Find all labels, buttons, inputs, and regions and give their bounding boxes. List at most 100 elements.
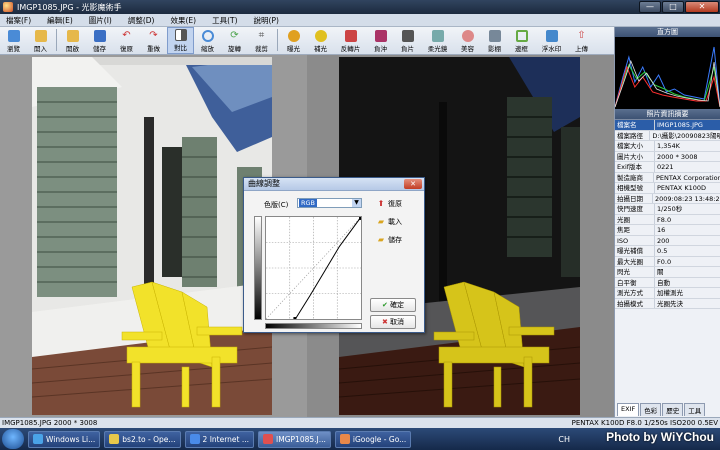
browse-button[interactable]: 瀏覽 xyxy=(0,27,27,54)
upload-icon: ⇧ xyxy=(577,30,586,41)
internet-explorer-icon xyxy=(189,434,200,444)
redo-button[interactable]: ↷ 重做 xyxy=(140,27,167,54)
chevron-down-icon: ▼ xyxy=(352,199,361,207)
load-button[interactable]: ▰ 載入 xyxy=(377,216,402,228)
tab-history[interactable]: 歷史 xyxy=(662,403,684,416)
taskbar-item-active[interactable]: IMGP1085.J... xyxy=(258,430,331,448)
negative-icon xyxy=(374,30,387,42)
reset-button[interactable]: ⬆ 復原 xyxy=(377,198,402,210)
browse-icon xyxy=(7,30,20,42)
cancel-button[interactable]: ✖ 取消 xyxy=(370,315,416,329)
app-icon xyxy=(3,2,13,12)
property-row[interactable]: 製造廠商 PENTAX Corporation xyxy=(615,172,720,183)
exposure-button[interactable]: 曝光 xyxy=(280,27,307,54)
zoom-icon xyxy=(201,30,214,42)
histogram xyxy=(615,37,720,109)
dialog-title-bar[interactable]: 曲線調整 ✕ xyxy=(244,178,424,191)
property-row[interactable]: 檔案大小 1,354K xyxy=(615,141,720,152)
studio-icon xyxy=(488,30,501,42)
reversal-icon xyxy=(344,30,357,42)
upload-button[interactable]: ⇧ 上傳 xyxy=(568,27,595,54)
property-row[interactable]: 光圈 F8.0 xyxy=(615,214,720,225)
property-row[interactable]: 檔案路徑D:\攝影\20090823陽明山 xyxy=(615,130,720,141)
tab-tools[interactable]: 工具 xyxy=(684,403,706,416)
negative-process-button[interactable]: 負沖 xyxy=(367,27,394,54)
minimize-button[interactable]: — xyxy=(639,1,661,13)
property-row[interactable]: 檔案名 IMGP1085.JPG xyxy=(615,120,720,131)
maximize-button[interactable]: □ xyxy=(662,1,684,13)
output-gradient-bar xyxy=(254,216,262,320)
toolbar: 瀏覽 開入 開啟 儲存 ↶ 復原 ↷ 重做 對比 縮放 ⟳ 旋轉 ⌗ 裁剪 曝光 補光 … xyxy=(0,27,614,55)
property-row[interactable]: 焦距 16 xyxy=(615,225,720,236)
photo-watermark: Photo by WiYChou xyxy=(606,430,714,444)
ok-button[interactable]: ✔ 確定 xyxy=(370,298,416,312)
tab-color[interactable]: 色彩 xyxy=(640,403,662,416)
menu-bar: 檔案(F) 編輯(E) 圖片(I) 調整(D) 效果(E) 工具(T) 說明(P… xyxy=(0,14,720,27)
negative-film-button[interactable]: 負片 xyxy=(394,27,421,54)
taskbar-item[interactable]: bs2.to - Ope... xyxy=(104,430,181,448)
fill-light-button[interactable]: 補光 xyxy=(307,27,334,54)
redo-icon: ↷ xyxy=(149,30,158,41)
undo-button[interactable]: ↶ 復原 xyxy=(113,27,140,54)
tab-exif[interactable]: EXIF xyxy=(617,403,640,416)
menu-file[interactable]: 檔案(F) xyxy=(0,15,41,26)
dialog-body: 色版(C) RGB ▼ ⬆ 復原 ▰ 載入 ▰ 儲存 ✔ 確定 ✖ 取消 xyxy=(244,191,424,332)
studio-button[interactable]: 影棚 xyxy=(481,27,508,54)
frame-icon xyxy=(515,30,528,42)
title-bar: IMGP1085.JPG - 光影魔術手 — □ ✕ xyxy=(0,0,720,14)
property-row[interactable]: 圖片大小 2000 * 3008 xyxy=(615,151,720,162)
dialog-close-button[interactable]: ✕ xyxy=(404,179,422,189)
menu-effects[interactable]: 效果(E) xyxy=(164,15,206,26)
photo-info-title: 照片資訊摘要 xyxy=(615,109,720,119)
property-row[interactable]: 曝光補償 0.5 xyxy=(615,246,720,257)
open-button[interactable]: 開啟 xyxy=(59,27,86,54)
property-row[interactable]: 相機型號 PENTAX K100D xyxy=(615,183,720,194)
save-curve-button[interactable]: ▰ 儲存 xyxy=(377,234,402,246)
property-row[interactable]: 測光方式 加權測光 xyxy=(615,288,720,299)
property-row[interactable]: 閃光關 xyxy=(615,267,720,278)
original-photo xyxy=(32,57,272,415)
rotate-icon: ⟳ xyxy=(230,30,239,41)
toolbar-separator xyxy=(56,29,57,51)
property-row[interactable]: 最大光圈 F0.0 xyxy=(615,256,720,267)
menu-help[interactable]: 說明(P) xyxy=(248,15,289,26)
window-title: IMGP1085.JPG - 光影魔術手 xyxy=(17,2,122,12)
start-button[interactable] xyxy=(2,429,24,449)
property-row[interactable]: 拍攝日期 2009:08:23 13:48:28 xyxy=(615,193,720,204)
property-row[interactable]: Exif版本 0221 xyxy=(615,162,720,173)
property-row[interactable]: 拍攝模式 光圈先決 xyxy=(615,298,720,309)
language-indicator[interactable]: CH xyxy=(558,435,570,444)
taskbar-item[interactable]: 2 Internet ... xyxy=(184,430,255,448)
histogram-title: 直方圖 xyxy=(615,27,720,37)
soft-light-icon xyxy=(431,30,444,42)
taskbar-item[interactable]: Windows Li... xyxy=(28,430,101,448)
close-button[interactable]: ✕ xyxy=(685,1,719,13)
property-row[interactable]: ISO 200 xyxy=(615,235,720,246)
menu-image[interactable]: 圖片(I) xyxy=(83,15,122,26)
photo-editor-icon xyxy=(263,434,274,444)
channel-select[interactable]: RGB ▼ xyxy=(297,198,362,208)
import-button[interactable]: 開入 xyxy=(27,27,54,54)
crop-icon: ⌗ xyxy=(258,30,265,41)
crop-button[interactable]: ⌗ 裁剪 xyxy=(248,27,275,54)
curve-editor[interactable] xyxy=(265,216,362,320)
reversal-film-button[interactable]: 反轉片 xyxy=(334,27,367,54)
property-row[interactable]: 白平衡 自動 xyxy=(615,277,720,288)
frame-button[interactable]: 邊框 xyxy=(508,27,535,54)
menu-edit[interactable]: 編輯(E) xyxy=(41,15,83,26)
soft-light-button[interactable]: 柔光鏡 xyxy=(421,27,454,54)
menu-adjust[interactable]: 調整(D) xyxy=(122,15,165,26)
save-button[interactable]: 儲存 xyxy=(86,27,113,54)
compare-button[interactable]: 對比 xyxy=(167,27,194,54)
window-controls: — □ ✕ xyxy=(639,0,720,13)
zoom-button[interactable]: 縮放 xyxy=(194,27,221,54)
check-icon: ✔ xyxy=(381,301,388,309)
property-row[interactable]: 快門速度 1/250秒 xyxy=(615,204,720,215)
taskbar-item[interactable]: iGoogle - Go... xyxy=(334,430,412,448)
menu-tools[interactable]: 工具(T) xyxy=(206,15,247,26)
beauty-button[interactable]: 美容 xyxy=(454,27,481,54)
exif-property-list: 檔案名IMGP1085.JPG 檔案路徑D:\攝影\20090823陽明山 檔案… xyxy=(615,119,720,309)
rotate-button[interactable]: ⟳ 旋轉 xyxy=(221,27,248,54)
folder-save-icon: ▰ xyxy=(377,235,385,244)
watermark-button[interactable]: 浮水印 xyxy=(535,27,568,54)
